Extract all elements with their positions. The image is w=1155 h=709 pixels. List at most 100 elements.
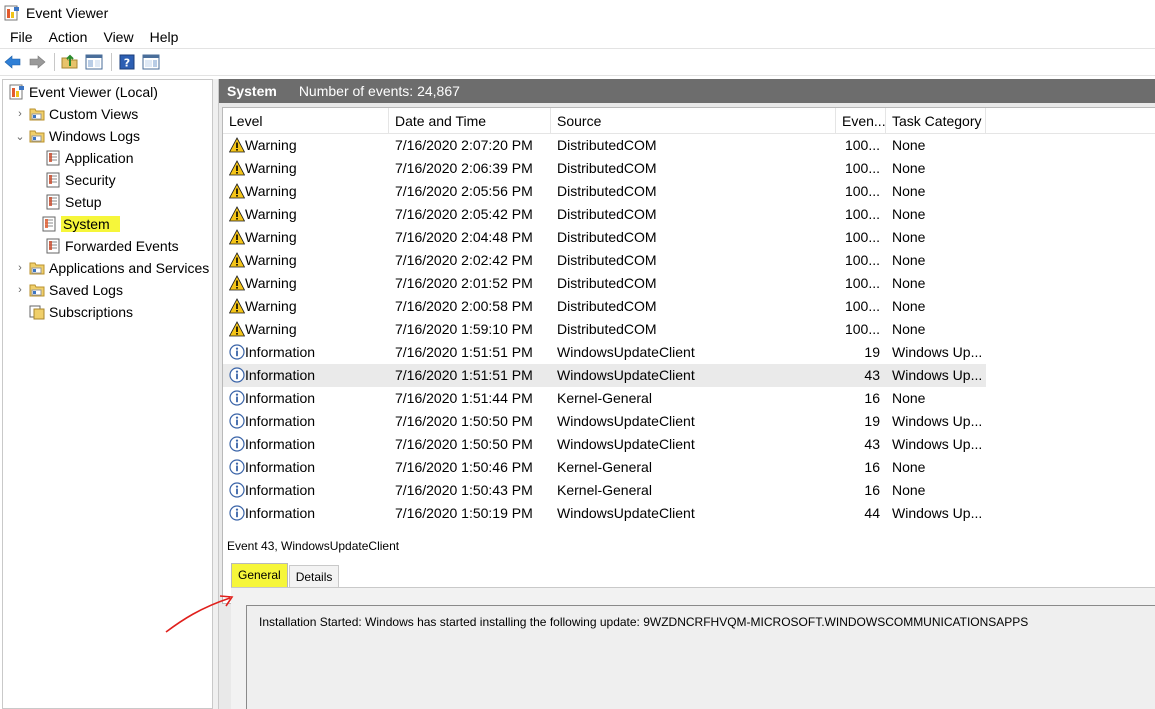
annotation-arrow-icon <box>165 595 234 633</box>
cell-date: 7/16/2020 1:59:10 PM <box>395 321 533 337</box>
cell-event: 16 <box>864 482 880 498</box>
folder-icon <box>29 108 45 121</box>
tree-item-application[interactable]: Application <box>33 147 134 169</box>
chevron-right-icon[interactable]: › <box>13 283 27 297</box>
table-row[interactable]: Warning 7/16/2020 2:05:56 PM DistributedCO… <box>223 180 986 203</box>
table-row[interactable]: Information 7/16/2020 1:50:50 PM WindowsUp… <box>223 433 986 456</box>
toolbar-separator <box>111 53 112 71</box>
toolbar: ? <box>0 48 1155 76</box>
warning-icon <box>229 229 245 245</box>
tree-item-windows-logs[interactable]: ⌄ Windows Logs <box>13 125 140 147</box>
table-row[interactable]: Information 7/16/2020 1:50:50 PM WindowsUp… <box>223 410 986 433</box>
tree-item-event-viewer-local[interactable]: Event Viewer (Local) <box>5 81 158 103</box>
back-button[interactable] <box>2 51 24 73</box>
cell-level: Warning <box>245 229 297 245</box>
cell-task: None <box>892 160 926 176</box>
table-row[interactable]: Information 7/16/2020 1:50:43 PM Kernel-Ge… <box>223 479 986 502</box>
tree-item-security[interactable]: Security <box>33 169 116 191</box>
information-icon <box>229 390 245 406</box>
table-row[interactable]: Warning 7/16/2020 2:07:20 PM DistributedCO… <box>223 134 986 157</box>
console-tree-icon <box>85 54 103 70</box>
cell-level: Information <box>245 505 316 521</box>
cell-date: 7/16/2020 1:50:50 PM <box>395 413 533 429</box>
chevron-right-icon[interactable]: › <box>13 261 27 275</box>
table-row[interactable]: Warning 7/16/2020 1:59:10 PM DistributedCO… <box>223 318 986 341</box>
menu-file[interactable]: File <box>2 26 41 48</box>
column-header-task-category[interactable]: Task Category <box>886 108 986 134</box>
table-row[interactable]: Information 7/16/2020 1:51:51 PM WindowsUp… <box>223 341 986 364</box>
cell-source: DistributedCOM <box>557 321 657 337</box>
tree-item-system[interactable]: System <box>31 213 120 235</box>
menu-action[interactable]: Action <box>41 26 96 48</box>
information-icon <box>229 505 245 521</box>
help-button[interactable]: ? <box>116 51 138 73</box>
table-row[interactable]: Warning 7/16/2020 2:02:42 PM DistributedCO… <box>223 249 986 272</box>
cell-source: DistributedCOM <box>557 160 657 176</box>
column-header-level[interactable]: Level <box>223 108 389 134</box>
table-row[interactable]: Information 7/16/2020 1:51:51 PM WindowsUp… <box>223 364 986 387</box>
cell-date: 7/16/2020 1:51:44 PM <box>395 390 533 406</box>
forward-button[interactable] <box>26 51 48 73</box>
cell-task: None <box>892 252 926 268</box>
cell-source: DistributedCOM <box>557 137 657 153</box>
column-header-date[interactable]: Date and Time <box>389 108 551 134</box>
cell-source: WindowsUpdateClient <box>557 344 695 360</box>
menu-bar: File Action View Help <box>0 25 1155 48</box>
cell-date: 7/16/2020 2:01:52 PM <box>395 275 533 291</box>
cell-level: Information <box>245 436 316 452</box>
cell-task: None <box>892 482 926 498</box>
tree-item-forwarded-events[interactable]: Forwarded Events <box>33 235 179 257</box>
tree-item-custom-views[interactable]: › Custom Views <box>13 103 138 125</box>
tree-item-label: Event Viewer (Local) <box>29 84 158 100</box>
show-action-pane-button[interactable] <box>140 51 162 73</box>
tab-details[interactable]: Details <box>288 565 340 587</box>
chevron-right-icon[interactable]: › <box>13 107 27 121</box>
table-row[interactable]: Information 7/16/2020 1:50:19 PM WindowsUp… <box>223 502 986 525</box>
cell-task: None <box>892 390 926 406</box>
column-header-event-id[interactable]: Even... <box>836 108 886 134</box>
table-row[interactable]: Information 7/16/2020 1:51:44 PM Kernel-Ge… <box>223 387 986 410</box>
table-row[interactable]: Warning 7/16/2020 2:04:48 PM DistributedCO… <box>223 226 986 249</box>
tree-item-label: System <box>61 216 120 232</box>
tab-general[interactable]: General <box>231 563 288 587</box>
table-row[interactable]: Information 7/16/2020 1:50:46 PM Kernel-Ge… <box>223 456 986 479</box>
log-header: System Number of events: 24,867 <box>219 79 1155 103</box>
svg-text:?: ? <box>124 57 130 70</box>
tree-item-label: Subscriptions <box>49 304 134 320</box>
cell-event: 100... <box>844 206 880 222</box>
cell-source: DistributedCOM <box>557 183 657 199</box>
table-row[interactable]: Warning 7/16/2020 2:06:39 PM DistributedCO… <box>223 157 986 180</box>
menu-help[interactable]: Help <box>142 26 187 48</box>
cell-source: WindowsUpdateClient <box>557 505 695 521</box>
tree-item-subscriptions[interactable]: Subscriptions <box>13 301 133 323</box>
event-count: Number of events: 24,867 <box>298 83 460 99</box>
title-bar: Event Viewer <box>0 0 1155 25</box>
warning-icon <box>229 160 245 176</box>
chevron-down-icon[interactable]: ⌄ <box>13 129 27 143</box>
cell-event: 100... <box>844 275 880 291</box>
menu-view[interactable]: View <box>95 26 141 48</box>
table-row[interactable]: Warning 7/16/2020 2:01:52 PM DistributedCO… <box>223 272 986 295</box>
cell-level: Warning <box>245 321 297 337</box>
column-header-source[interactable]: Source <box>551 108 836 134</box>
log-icon <box>46 238 60 254</box>
show-hide-tree-button[interactable] <box>83 51 105 73</box>
tree-item-label: Custom Views <box>49 106 139 122</box>
cell-level: Warning <box>245 160 297 176</box>
cell-event: 44 <box>864 505 880 521</box>
tree-item-label: Security <box>65 172 116 188</box>
cell-task: None <box>892 183 926 199</box>
table-row[interactable]: Warning 7/16/2020 2:00:58 PM DistributedCO… <box>223 295 986 318</box>
cell-task: Windows Up... <box>892 436 983 452</box>
up-folder-button[interactable] <box>59 51 81 73</box>
table-row[interactable]: Warning 7/16/2020 2:05:42 PM DistributedCO… <box>223 203 986 226</box>
tree-item-applications-and-services-lo[interactable]: › Applications and Services Lo <box>13 257 212 279</box>
information-icon <box>229 436 245 452</box>
tree-item-saved-logs[interactable]: › Saved Logs <box>13 279 123 301</box>
tree-item-setup[interactable]: Setup <box>33 191 102 213</box>
cell-level: Information <box>245 367 316 383</box>
cell-event: 100... <box>844 183 880 199</box>
cell-event: 16 <box>864 459 880 475</box>
cell-level: Information <box>245 413 316 429</box>
